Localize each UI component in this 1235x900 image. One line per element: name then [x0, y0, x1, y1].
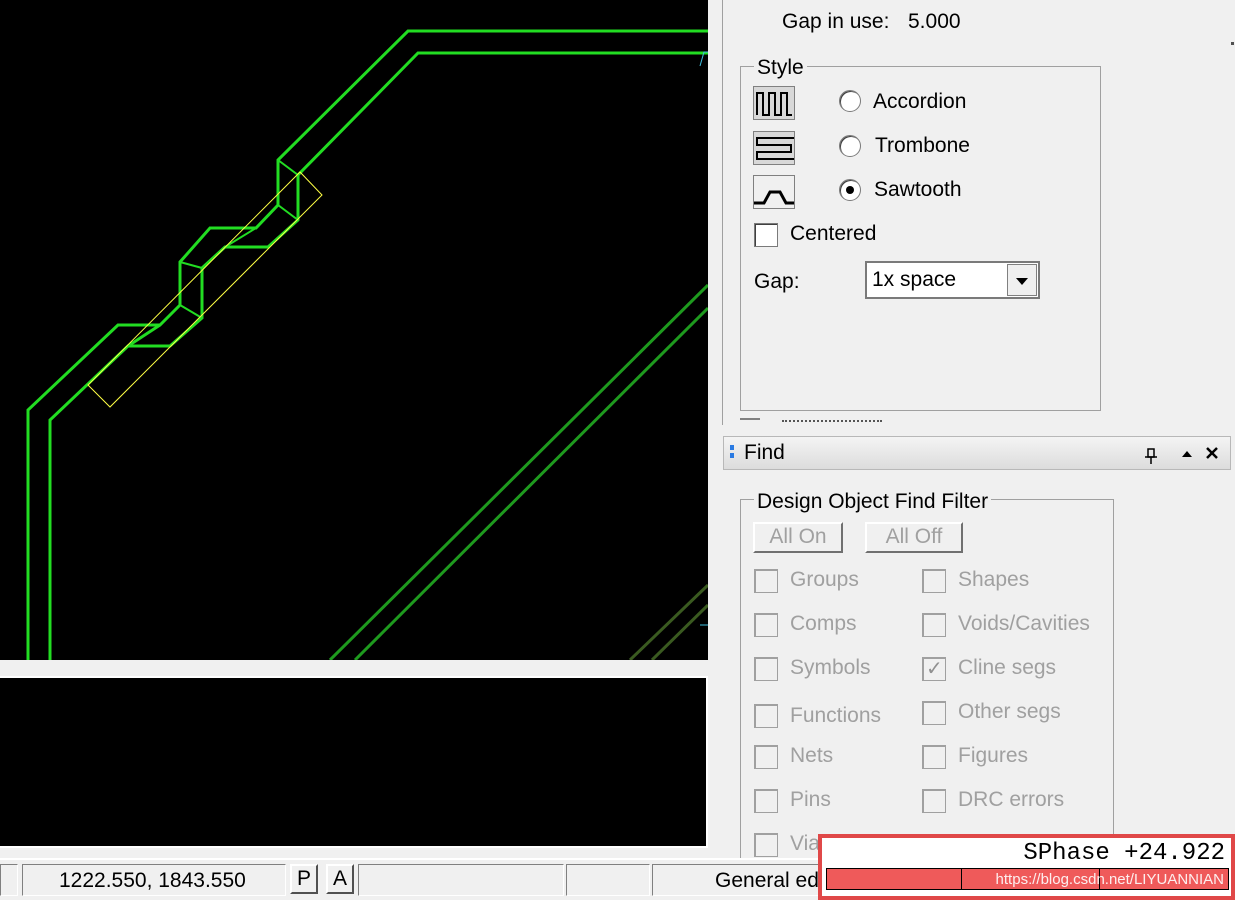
- groups-label: Groups: [790, 568, 859, 591]
- sawtooth-label: Sawtooth: [874, 178, 962, 201]
- options-panel-edge: [708, 0, 723, 425]
- watermark: https://blog.csdn.net/LIYUANNIAN: [995, 871, 1224, 888]
- figures-checkbox[interactable]: [922, 745, 946, 769]
- figures-label: Figures: [958, 744, 1029, 767]
- design-canvas[interactable]: [0, 0, 708, 660]
- bar-tick: [961, 869, 962, 889]
- groups-checkbox[interactable]: [754, 569, 778, 593]
- voids-cavities-checkbox[interactable]: [922, 613, 946, 637]
- nets-checkbox[interactable]: [754, 745, 778, 769]
- trace-inner: [48, 51, 708, 660]
- mode-cell: General ed: [652, 864, 822, 896]
- other-segs-checkbox[interactable]: [922, 701, 946, 725]
- functions-checkbox[interactable]: [754, 704, 778, 728]
- scroll-marker: [1231, 42, 1234, 45]
- accordion-icon: [753, 86, 795, 120]
- grip-icon: [730, 445, 734, 450]
- style-group-label: Style: [754, 56, 807, 80]
- drc-errors-checkbox[interactable]: [922, 789, 946, 813]
- selection-outline: [87, 171, 323, 408]
- trace-jog: [179, 304, 203, 319]
- comps-checkbox[interactable]: [754, 613, 778, 637]
- trace-drawing: [26, 29, 708, 660]
- clipped-checkbox: [740, 418, 760, 425]
- accordion-label: Accordion: [873, 90, 967, 113]
- gap-in-use-value: 5.000: [908, 10, 961, 33]
- trombone-label: Trombone: [875, 134, 970, 157]
- centered-checkbox[interactable]: [754, 223, 778, 247]
- close-icon[interactable]: [1204, 445, 1220, 461]
- gap-select-value: 1x space: [872, 268, 957, 291]
- sawtooth-icon: [753, 175, 795, 209]
- sphase-progress-bar: https://blog.csdn.net/LIYUANNIAN: [826, 868, 1229, 890]
- gap-label: Gap:: [754, 270, 800, 293]
- mode-label: General ed: [715, 869, 819, 892]
- shapes-checkbox[interactable]: [922, 569, 946, 593]
- pins-checkbox[interactable]: [754, 789, 778, 813]
- symbols-checkbox[interactable]: [754, 657, 778, 681]
- all-on-button[interactable]: All On: [753, 522, 843, 553]
- sphase-highlight: SPhase +24.922: [818, 834, 1235, 900]
- coordinates-cell: 1222.550, 1843.550: [22, 864, 286, 896]
- a-button[interactable]: A: [326, 864, 354, 894]
- trace-jog: [277, 204, 299, 221]
- shapes-label: Shapes: [958, 568, 1030, 591]
- via-checkbox[interactable]: [754, 833, 778, 857]
- accordion-radio[interactable]: [839, 90, 861, 112]
- sphase-readout: SPhase +24.922: [1023, 840, 1225, 867]
- voids-cavities-label: Voids/Cavities: [958, 612, 1090, 635]
- grip-icon: [730, 453, 734, 458]
- gap-in-use-label: Gap in use:: [782, 10, 890, 33]
- p-button[interactable]: P: [290, 864, 318, 894]
- cline-segs-checkbox[interactable]: ✓: [922, 657, 946, 681]
- centered-label: Centered: [790, 222, 877, 245]
- all-off-button[interactable]: All Off: [865, 522, 963, 553]
- clipped-label: [782, 420, 882, 425]
- chevron-down-icon: [1016, 278, 1028, 285]
- status-cell: [358, 864, 564, 896]
- cline-segs-label: Cline segs: [958, 656, 1057, 679]
- trombone-radio[interactable]: [839, 135, 861, 157]
- find-title: Find: [744, 441, 785, 464]
- trace-jog: [277, 159, 299, 176]
- trombone-icon: [753, 131, 795, 165]
- trace-diagonal: [353, 306, 708, 660]
- command-console[interactable]: [0, 676, 708, 848]
- drc-errors-label: DRC errors: [958, 788, 1065, 811]
- comps-label: Comps: [790, 612, 857, 635]
- pins-label: Pins: [790, 788, 831, 811]
- checkmark-icon: ✓: [926, 658, 943, 680]
- nets-label: Nets: [790, 744, 834, 767]
- gap-select[interactable]: 1x space: [865, 261, 1040, 299]
- gap-select-dropdown-button[interactable]: [1007, 264, 1037, 296]
- pin-icon[interactable]: [1144, 447, 1158, 465]
- trace-diagonal: [328, 283, 708, 660]
- status-cell: [566, 864, 650, 896]
- find-titlebar[interactable]: Find: [723, 436, 1231, 470]
- trace-jog: [179, 261, 203, 269]
- other-segs-label: Other segs: [958, 700, 1061, 723]
- find-filter-label: Design Object Find Filter: [754, 490, 992, 514]
- status-cell: [0, 864, 18, 896]
- functions-label: Functions: [790, 704, 882, 727]
- collapse-up-icon[interactable]: [1180, 447, 1194, 461]
- symbols-label: Symbols: [790, 656, 871, 679]
- via-label: Via: [790, 832, 820, 855]
- trace-diagonal: [628, 583, 708, 660]
- coordinates-readout: 1222.550, 1843.550: [59, 869, 246, 892]
- sawtooth-radio[interactable]: [839, 179, 861, 201]
- trace-jog: [224, 227, 257, 248]
